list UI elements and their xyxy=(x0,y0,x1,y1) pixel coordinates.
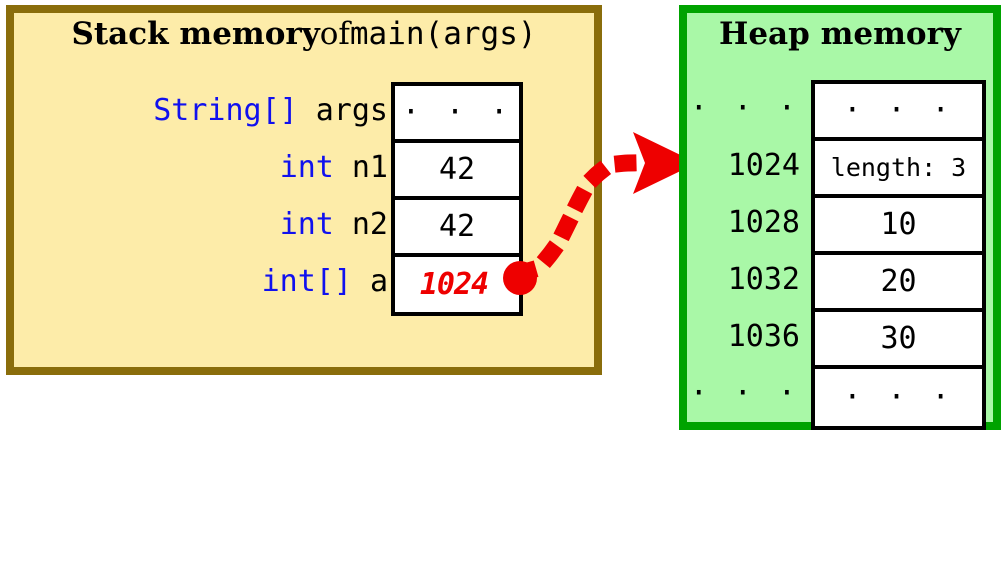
heap-address: 1032 xyxy=(727,262,800,297)
heap-address-row: · · · xyxy=(690,80,800,137)
stack-label-row: int n1 xyxy=(40,139,388,196)
heap-cell-value: · · · xyxy=(843,93,954,128)
heap-address: 1028 xyxy=(727,205,800,240)
heap-cell-element-0: 10 xyxy=(815,198,982,255)
heap-address-row: 1032 xyxy=(690,251,800,308)
stack-cell-n1: 42 xyxy=(395,143,519,200)
heap-address-row: 1036 xyxy=(690,308,800,365)
stack-label-row: int n2 xyxy=(40,196,388,253)
heap-value-cells: · · · length: 3 10 20 30 · · · xyxy=(811,80,986,430)
heap-cell-value: 30 xyxy=(880,321,917,356)
stack-cell-value: · · · xyxy=(401,95,513,130)
stack-title-of: of xyxy=(319,16,350,52)
stack-title-bold: Stack memory xyxy=(71,16,320,52)
stack-var-name: a xyxy=(369,264,388,299)
stack-var-name: n1 xyxy=(351,150,388,185)
stack-cell-pointer-value: 1024 xyxy=(419,267,489,302)
heap-address: · · · xyxy=(689,376,800,411)
stack-cell-value: 42 xyxy=(438,209,476,244)
heap-cell-ellipsis-top: · · · xyxy=(815,84,982,141)
pointer-origin-dot xyxy=(503,261,537,295)
heap-cell-value: · · · xyxy=(843,380,954,415)
stack-var-type: int xyxy=(279,150,334,185)
heap-address: 1024 xyxy=(727,148,800,183)
stack-cell-args: · · · xyxy=(395,86,519,143)
heap-cell-value: length: 3 xyxy=(830,153,967,182)
stack-label-row: int[] a xyxy=(40,253,388,310)
stack-cell-a: 1024 xyxy=(395,257,519,312)
stack-cell-value: 42 xyxy=(438,152,476,187)
heap-address: 1036 xyxy=(727,319,800,354)
stack-label-row: String[] args xyxy=(40,82,388,139)
heap-cell-element-2: 30 xyxy=(815,312,982,369)
stack-var-type: String[] xyxy=(153,93,298,128)
stack-var-type: int xyxy=(279,207,334,242)
heap-title-text: Heap memory xyxy=(719,16,961,52)
heap-address-labels: · · · 1024 1028 1032 1036 · · · xyxy=(690,80,800,422)
heap-cell-value: 10 xyxy=(880,207,917,242)
stack-var-name: n2 xyxy=(351,207,388,242)
heap-cell-value: 20 xyxy=(880,264,917,299)
heap-cell-length: length: 3 xyxy=(815,141,982,198)
heap-address: · · · xyxy=(689,91,800,126)
stack-var-type: int[] xyxy=(261,264,352,299)
stack-variable-labels: String[] args int n1 int n2 int[] a xyxy=(40,82,388,310)
stack-var-name: args xyxy=(315,93,388,128)
heap-address-row: · · · xyxy=(690,365,800,422)
heap-cell-ellipsis-bottom: · · · xyxy=(815,369,982,426)
stack-cell-n2: 42 xyxy=(395,200,519,257)
heap-address-row: 1028 xyxy=(690,194,800,251)
memory-diagram: Stack memory of main(args) String[] args … xyxy=(0,0,1007,561)
stack-title-method: main(args) xyxy=(349,16,537,52)
stack-memory-title: Stack memory of main(args) xyxy=(6,5,602,63)
heap-cell-element-1: 20 xyxy=(815,255,982,312)
heap-address-row: 1024 xyxy=(690,137,800,194)
heap-memory-title: Heap memory xyxy=(679,5,1001,63)
